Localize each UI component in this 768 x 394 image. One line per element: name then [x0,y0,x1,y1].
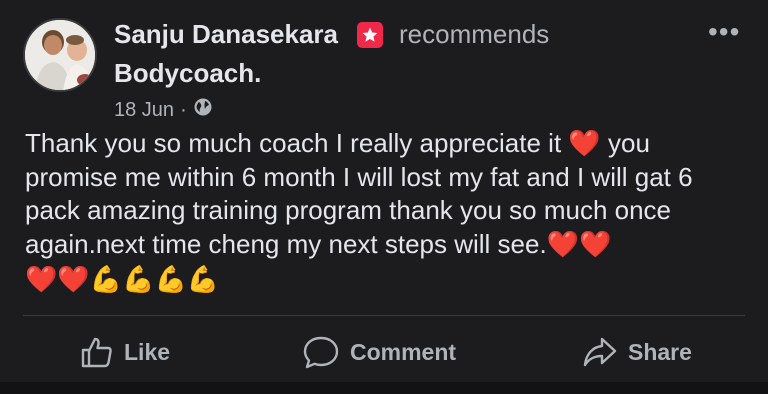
share-button[interactable]: Share [582,330,692,374]
recommended-page-link[interactable]: Bodycoach. [114,58,261,89]
like-button[interactable]: Like [80,330,170,374]
comment-bubble-icon [303,336,339,369]
globe-icon[interactable] [193,97,213,123]
meta-separator: · [180,98,187,121]
comment-button[interactable]: Comment [302,330,456,374]
action-text: recommends [399,19,550,49]
author-avatar[interactable] [23,18,97,92]
recommendation-star-icon [357,22,383,48]
comment-label: Comment [350,338,457,365]
thumbs-up-icon [81,337,112,368]
share-arrow-icon [583,337,617,367]
post-emoji-line: ❤️❤️💪💪💪💪 [25,264,220,294]
post-body: Thank you so much coach I really appreci… [25,127,745,297]
share-label: Share [628,338,692,365]
post-actions-bar: Like Comment Share [0,330,768,374]
actions-divider [23,315,745,316]
like-label: Like [124,338,171,365]
next-post-edge [0,382,768,394]
more-options-icon[interactable]: ••• [708,18,740,46]
avatar-photo [25,20,95,90]
post-card: Sanju Danasekara recommends Bodycoach. 1… [0,0,768,394]
author-name[interactable]: Sanju Danasekara [114,19,338,50]
post-date[interactable]: 18 Jun [114,99,174,122]
post-text: Thank you so much coach I really appreci… [25,128,693,259]
post-meta: 18 Jun · [114,97,213,123]
